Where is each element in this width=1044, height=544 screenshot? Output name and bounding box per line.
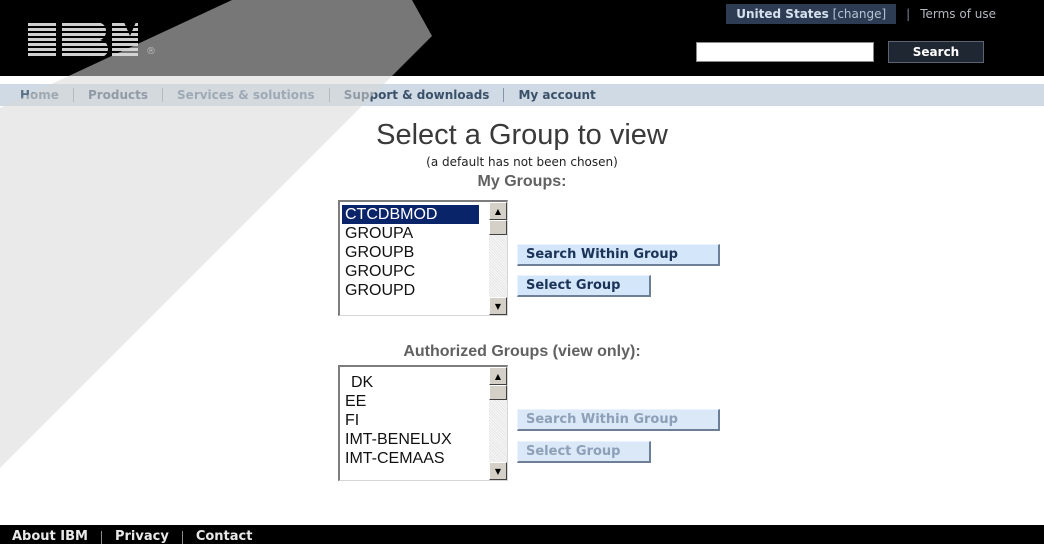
scroll-down-icon[interactable]: ▼ [489, 462, 507, 480]
registered-mark: ® [146, 46, 156, 57]
divider: | [906, 7, 911, 21]
footer-about-link[interactable]: About IBM [12, 529, 88, 544]
search-button[interactable]: Search [888, 41, 984, 63]
list-item[interactable]: GROUPB [345, 243, 414, 262]
list-item[interactable]: IMT-CEMAAS [345, 449, 445, 468]
list-item[interactable]: FI [345, 411, 359, 430]
my-groups-heading: My Groups: [477, 173, 567, 190]
ibm-logo-icon [28, 22, 138, 58]
nav-divider [503, 88, 505, 102]
nav-home[interactable]: Home [20, 88, 59, 102]
masthead-top-links: United States [change] | Terms of use [726, 4, 996, 24]
list-item[interactable]: CTCDBMOD [341, 204, 480, 225]
search-input[interactable] [696, 42, 874, 62]
list-item[interactable]: EE [345, 392, 366, 411]
authorized-groups-list: DK EE FI IMT-BENELUX IMT-CEMAAS [340, 367, 481, 480]
country-selector: United States [change] [726, 4, 897, 24]
footer-divider [181, 531, 183, 544]
list-item[interactable]: IMT-BENELUX [345, 430, 452, 449]
country-label: United States [736, 7, 829, 21]
nav-support[interactable]: Support & downloads [344, 88, 490, 102]
scroll-thumb[interactable] [489, 220, 507, 235]
nav-divider [162, 88, 164, 102]
list-item[interactable]: GROUPA [345, 224, 413, 243]
terms-of-use-link[interactable]: Terms of use [920, 7, 996, 21]
list-item[interactable]: GROUPC [345, 262, 415, 281]
footer-divider [100, 531, 102, 544]
footer-contact-link[interactable]: Contact [196, 529, 253, 544]
scroll-up-icon[interactable]: ▲ [489, 202, 507, 220]
page-title: Select a Group to view [376, 119, 668, 151]
main-nav: Home Products Services & solutions Suppo… [0, 84, 1044, 106]
list-item[interactable]: DK [351, 373, 373, 392]
nav-products[interactable]: Products [88, 88, 148, 102]
scroll-thumb[interactable] [489, 385, 507, 400]
ibm-logo[interactable] [28, 18, 138, 62]
select-group-button[interactable]: Select Group [517, 275, 651, 297]
list-item[interactable]: GROUPD [345, 281, 415, 300]
scroll-up-icon[interactable]: ▲ [489, 367, 507, 385]
scrollbar[interactable]: ▲ ▼ [489, 367, 507, 480]
my-groups-listbox[interactable]: CTCDBMOD GROUPA GROUPB GROUPC GROUPD ▲ ▼ [338, 200, 508, 316]
footer-privacy-link[interactable]: Privacy [115, 529, 169, 544]
masthead: ® United States [change] | Terms of use … [0, 0, 1044, 76]
footer: About IBM Privacy Contact [0, 525, 1044, 544]
page-frame: ® United States [change] | Terms of use … [0, 0, 1044, 544]
scroll-down-icon[interactable]: ▼ [489, 297, 507, 315]
select-group-button-disabled: Select Group [517, 441, 651, 463]
nav-divider [72, 88, 74, 102]
authorized-groups-heading: Authorized Groups (view only): [403, 343, 641, 360]
nav-my-account[interactable]: My account [518, 88, 595, 102]
authorized-groups-listbox[interactable]: DK EE FI IMT-BENELUX IMT-CEMAAS ▲ ▼ [338, 365, 508, 481]
nav-divider [328, 88, 330, 102]
search-within-group-button[interactable]: Search Within Group [517, 244, 720, 266]
my-groups-list: CTCDBMOD GROUPA GROUPB GROUPC GROUPD [340, 202, 481, 315]
page-subtitle: (a default has not been chosen) [426, 155, 618, 169]
scrollbar[interactable]: ▲ ▼ [489, 202, 507, 315]
search-within-group-button-disabled: Search Within Group [517, 409, 720, 431]
change-country-link[interactable]: [change] [833, 7, 887, 21]
nav-services[interactable]: Services & solutions [177, 88, 315, 102]
